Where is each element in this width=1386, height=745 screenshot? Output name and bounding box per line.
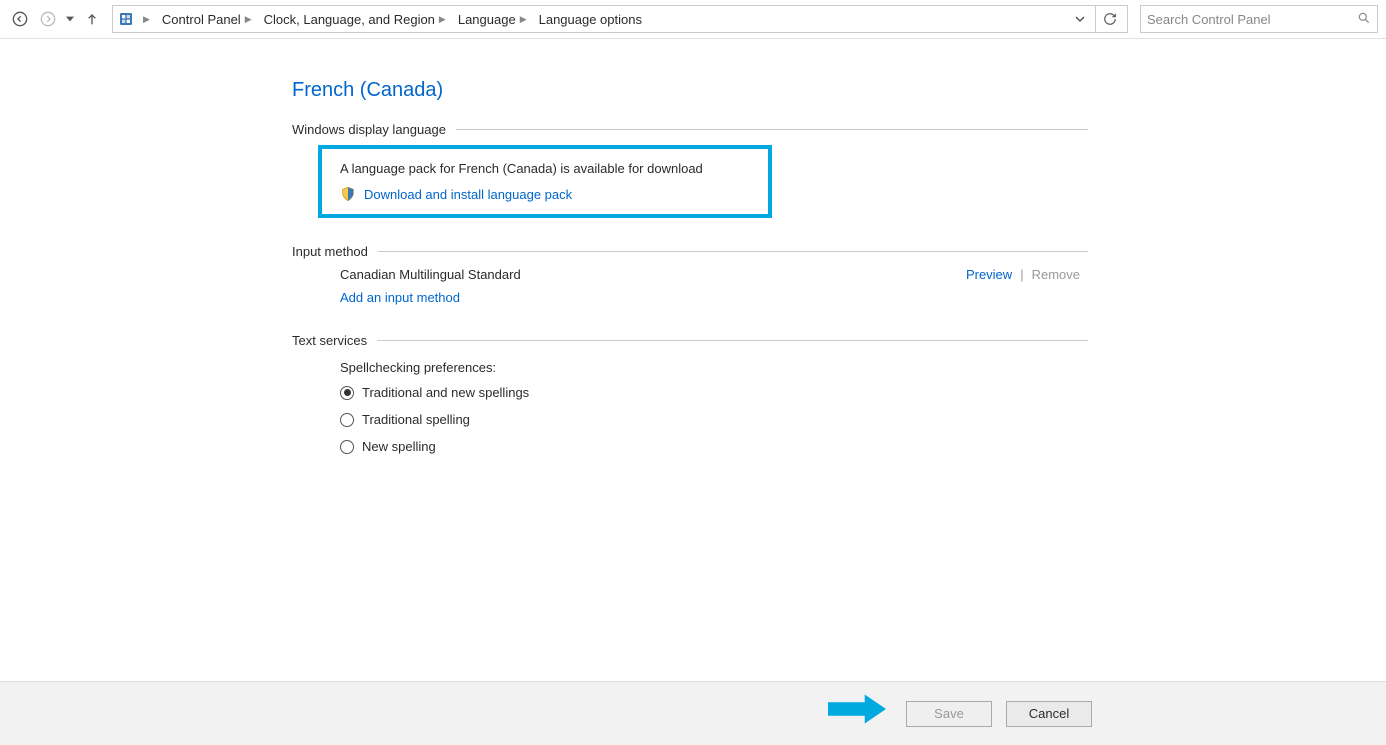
preview-link[interactable]: Preview [966,267,1012,282]
language-pack-message: A language pack for French (Canada) is a… [340,161,750,176]
back-button[interactable] [8,7,32,31]
breadcrumb-clock-language-region[interactable]: Clock, Language, and Region ▶ [260,10,450,29]
save-button: Save [906,701,992,727]
footer-bar: Save Cancel [0,681,1386,745]
main-content: French (Canada) Windows display language… [0,39,1088,454]
input-method-name: Canadian Multilingual Standard [340,267,966,282]
section-display-language: Windows display language [292,122,1088,137]
control-panel-icon [117,10,135,28]
add-input-method-link[interactable]: Add an input method [340,290,1088,305]
radio-icon [340,413,354,427]
recent-locations-dropdown[interactable] [64,15,76,23]
radio-label: New spelling [362,439,436,454]
breadcrumb-language[interactable]: Language ▶ [454,10,531,29]
radio-new[interactable]: New spelling [340,439,1088,454]
page-title: French (Canada) [292,79,1088,102]
uac-shield-icon [340,186,356,202]
annotation-arrow-icon [828,694,886,727]
remove-link: Remove [1032,267,1080,282]
search-input[interactable]: Search Control Panel [1140,5,1378,33]
language-pack-highlight: A language pack for French (Canada) is a… [318,145,772,218]
radio-icon [340,386,354,400]
search-placeholder: Search Control Panel [1147,12,1357,27]
explorer-navbar: ▶ Control Panel ▶ Clock, Language, and R… [0,0,1386,39]
up-button[interactable] [80,7,104,31]
breadcrumb-control-panel[interactable]: Control Panel ▶ [158,10,256,29]
section-input-method: Input method [292,244,1088,259]
radio-traditional-and-new[interactable]: Traditional and new spellings [340,385,1088,400]
cancel-button[interactable]: Cancel [1006,701,1092,727]
forward-button [36,7,60,31]
radio-label: Traditional and new spellings [362,385,529,400]
breadcrumb-sep-root: ▶ [139,12,154,27]
radio-traditional[interactable]: Traditional spelling [340,412,1088,427]
input-method-row: Canadian Multilingual Standard Preview |… [340,267,1080,282]
radio-label: Traditional spelling [362,412,470,427]
spellchecking-heading: Spellchecking preferences: [340,360,1088,375]
radio-icon [340,440,354,454]
address-dropdown[interactable] [1069,12,1091,27]
download-language-pack-link[interactable]: Download and install language pack [340,186,750,202]
section-text-services: Text services [292,333,1088,348]
breadcrumb-language-options[interactable]: Language options [535,10,646,29]
search-icon [1357,11,1371,28]
address-bar[interactable]: ▶ Control Panel ▶ Clock, Language, and R… [112,5,1128,33]
separator: | [1020,267,1023,282]
refresh-button[interactable] [1095,5,1123,33]
